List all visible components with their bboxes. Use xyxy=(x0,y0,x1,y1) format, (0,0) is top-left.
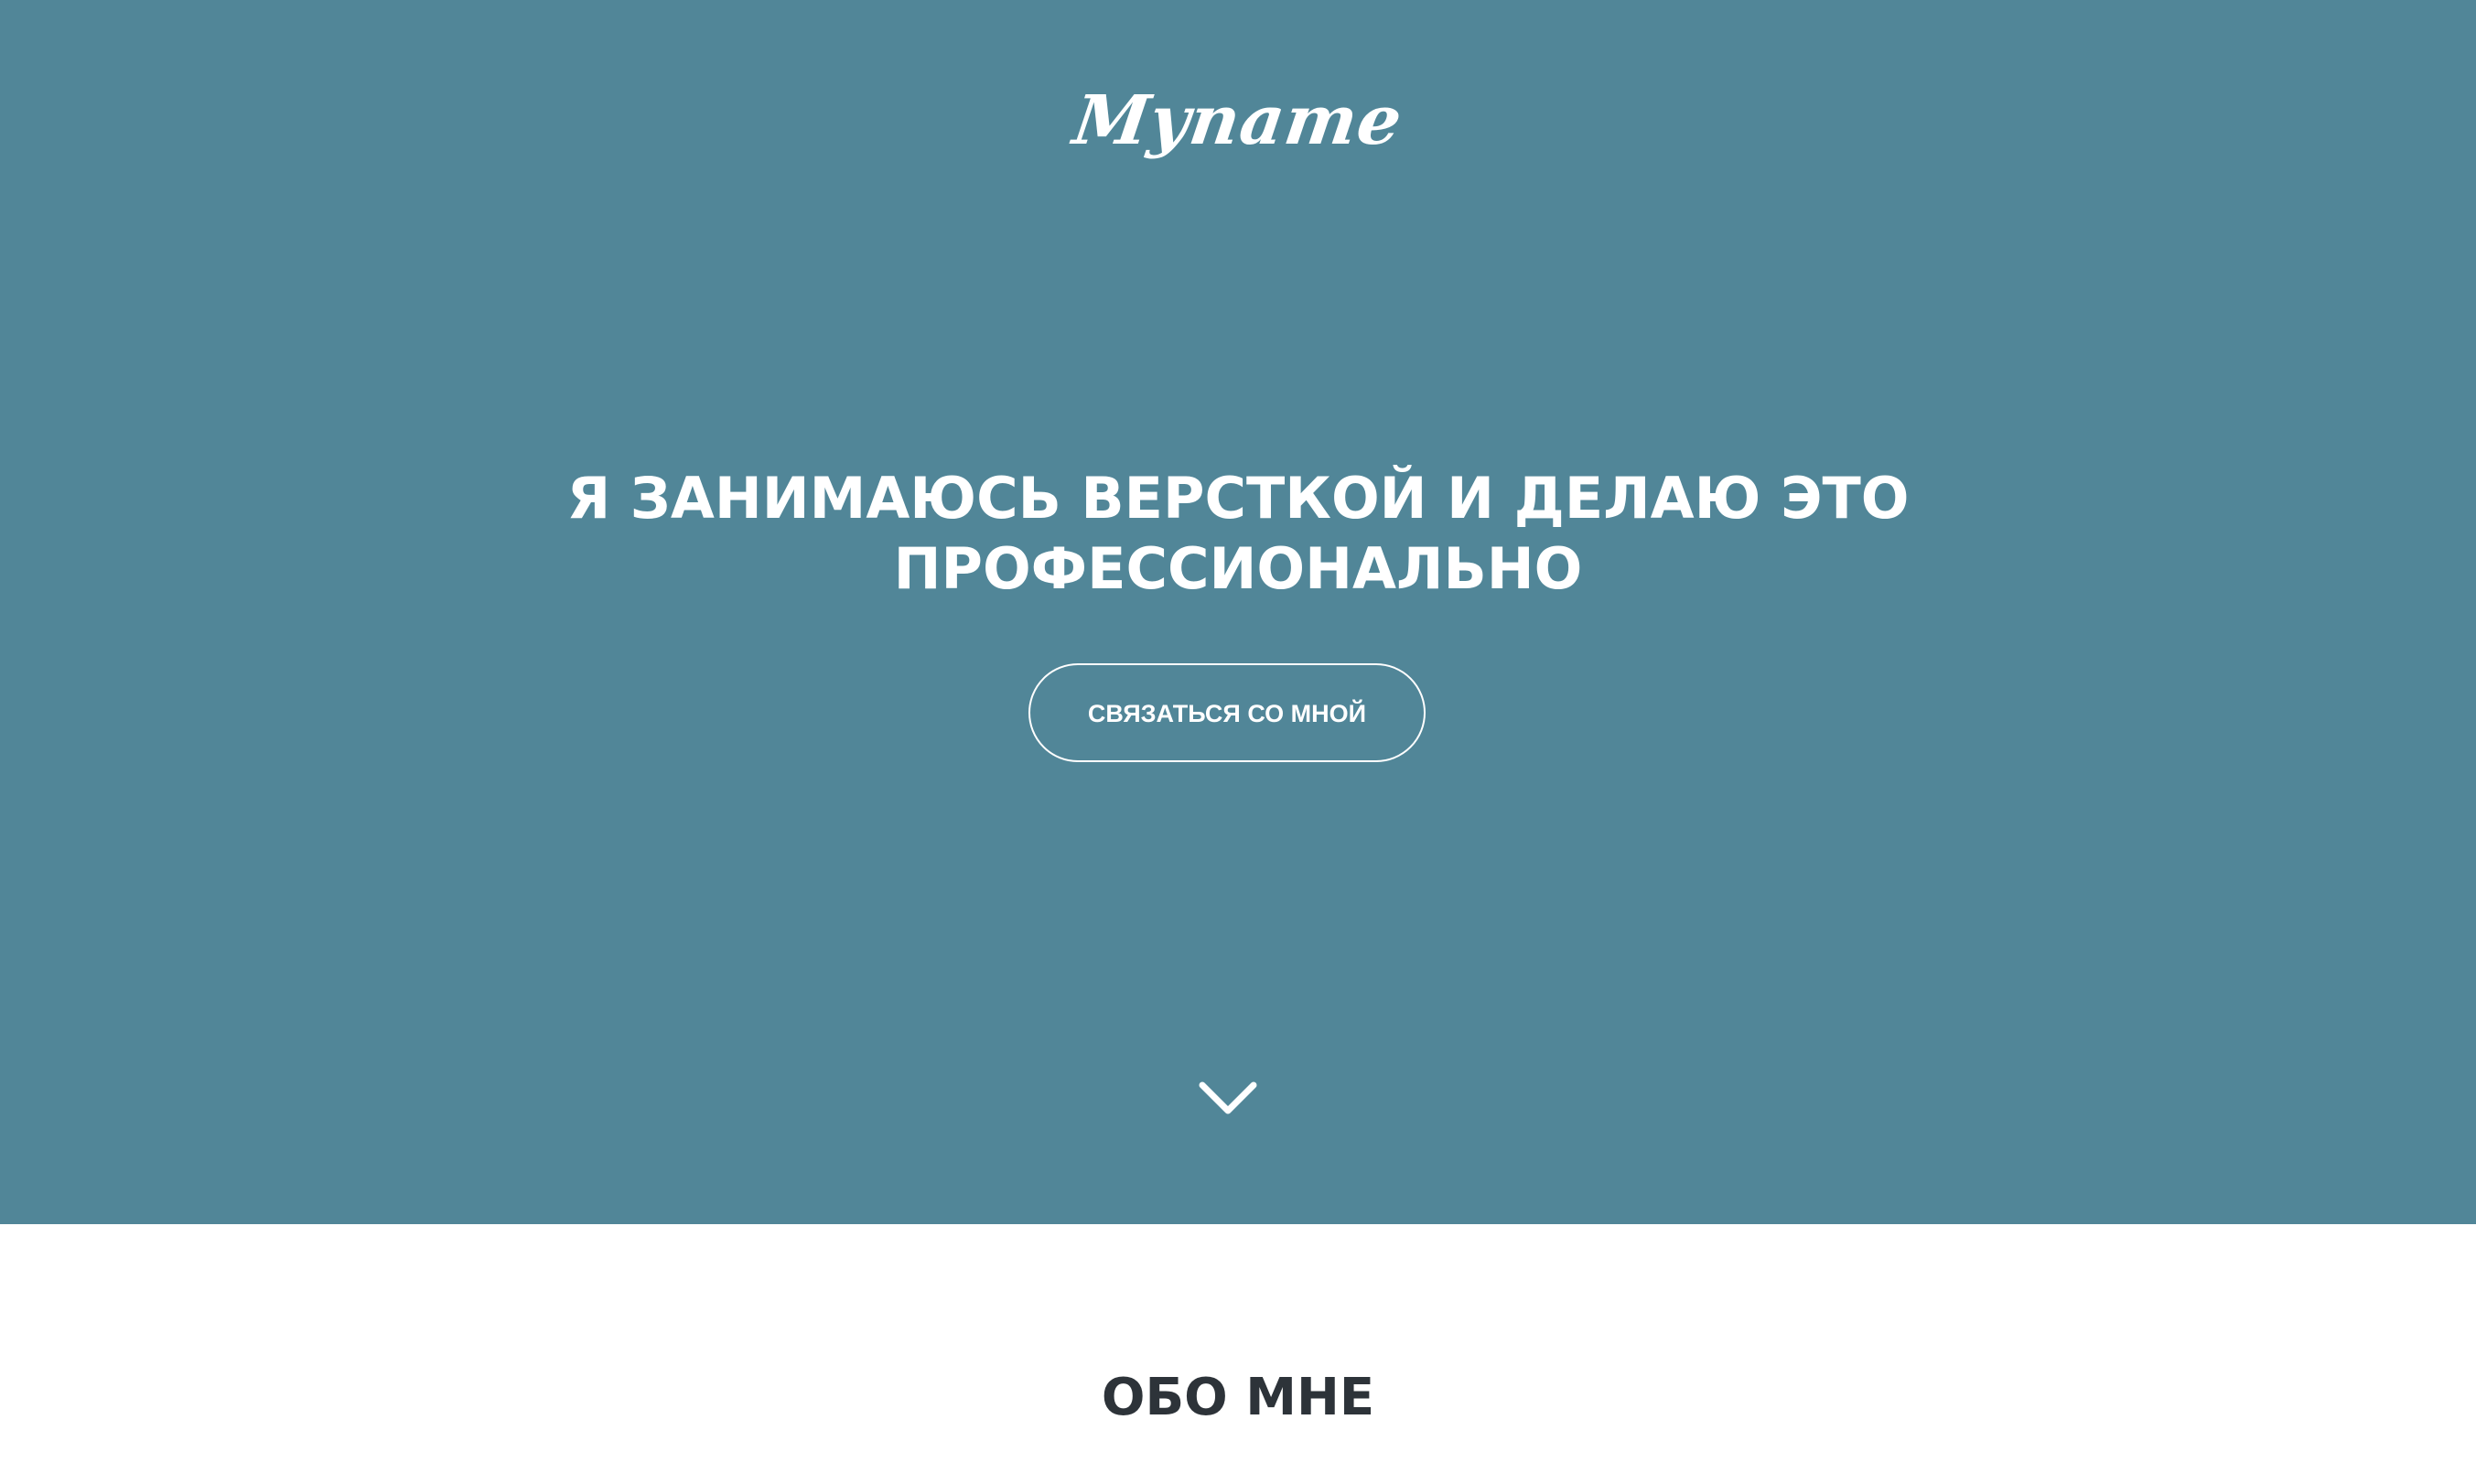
hero-headline-line-1: Я ЗАНИМАЮСЬ ВЕРСТКОЙ И ДЕЛАЮ ЭТО xyxy=(566,465,1910,532)
chevron-down-icon xyxy=(1199,1081,1257,1114)
scroll-down-button[interactable] xyxy=(1198,1080,1258,1120)
hero-headline: Я ЗАНИМАЮСЬ ВЕРСТКОЙ И ДЕЛАЮ ЭТО ПРОФЕСС… xyxy=(549,463,1927,604)
about-title: ОБО МНЕ xyxy=(1101,1368,1375,1427)
contact-me-button[interactable]: СВЯЗАТЬСЯ СО МНОЙ xyxy=(1028,663,1426,762)
hero-section: Myname Я ЗАНИМАЮСЬ ВЕРСТКОЙ И ДЕЛАЮ ЭТО … xyxy=(0,0,2476,1224)
logo[interactable]: Myname xyxy=(0,81,2476,160)
hero-headline-line-2: ПРОФЕССИОНАЛЬНО xyxy=(893,535,1583,602)
